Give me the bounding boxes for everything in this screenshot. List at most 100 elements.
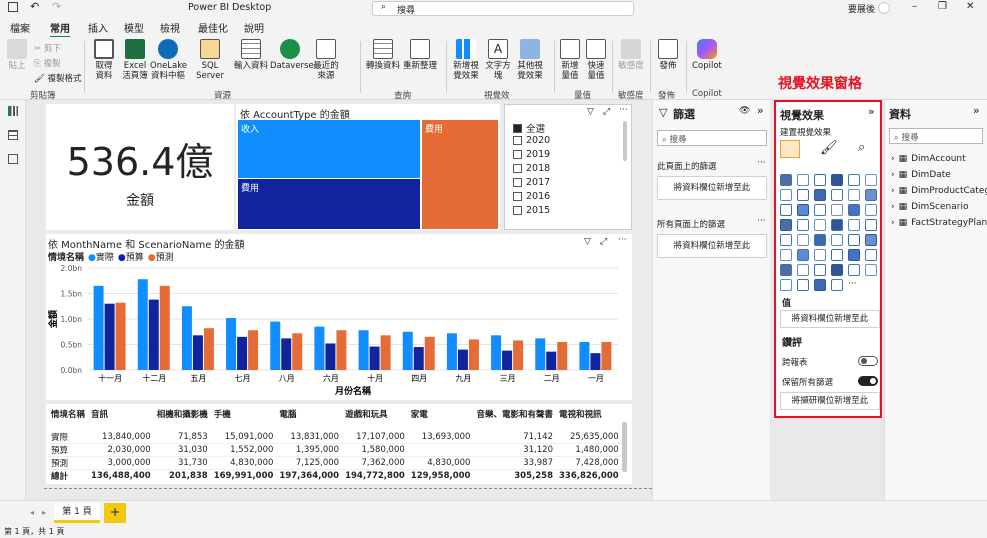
format-visual-icon[interactable]: 🖌: [820, 140, 838, 156]
text-box-button[interactable]: A 文字方塊: [484, 39, 512, 81]
visual-type-icon[interactable]: [848, 249, 860, 261]
keep-filters-toggle[interactable]: [858, 376, 878, 386]
treemap-tile[interactable]: 費用: [422, 120, 498, 229]
slicer-item[interactable]: 2017: [513, 177, 550, 188]
table-item-dimaccount[interactable]: › ▦ DimAccount: [891, 154, 966, 164]
menu-optimize[interactable]: 最佳化: [198, 20, 228, 35]
more-options-icon[interactable]: ···: [618, 235, 627, 245]
menu-view[interactable]: 檢視: [160, 20, 180, 35]
column-chart-visual[interactable]: 依 MonthName 和 ScenarioName 的金額 ▽ ⤢ ··· 情…: [46, 234, 632, 400]
slicer-item[interactable]: 2020: [513, 135, 550, 146]
data-search-input[interactable]: ⌕ 搜尋: [889, 128, 983, 144]
scrollbar[interactable]: [622, 422, 627, 472]
visual-type-icon[interactable]: [814, 189, 826, 201]
focus-mode-icon[interactable]: ⤢: [600, 237, 607, 247]
visual-type-icon[interactable]: [865, 204, 877, 216]
treemap-visual[interactable]: 依 AccountType 的金額 收入 費用 費用: [236, 104, 500, 230]
bar[interactable]: [557, 341, 568, 370]
bar[interactable]: [513, 340, 524, 370]
bar[interactable]: [413, 347, 424, 370]
treemap-tile[interactable]: 收入: [238, 120, 420, 178]
filter-icon[interactable]: ▽: [584, 237, 591, 247]
visual-type-icon[interactable]: [814, 204, 826, 216]
next-page-icon[interactable]: ▸: [42, 508, 46, 517]
visual-type-icon[interactable]: [797, 234, 809, 246]
table-item-factstrategyplan[interactable]: › ▦ FactStrategyPlan: [891, 218, 987, 228]
visual-type-icon[interactable]: [831, 189, 843, 201]
bar[interactable]: [336, 330, 347, 370]
visual-type-icon[interactable]: [797, 174, 809, 186]
maximize-icon[interactable]: ❐: [938, 1, 947, 12]
menu-insert[interactable]: 插入: [88, 20, 108, 35]
visual-type-icon[interactable]: [865, 219, 877, 231]
format-painter-button[interactable]: 🖌 複製格式: [34, 72, 82, 84]
visual-type-icon[interactable]: [865, 174, 877, 186]
bar[interactable]: [115, 302, 126, 370]
values-dropzone[interactable]: 將資料欄位新增至此: [780, 310, 880, 328]
bar[interactable]: [148, 299, 159, 370]
visual-type-icon[interactable]: [814, 264, 826, 276]
visual-type-icon[interactable]: [797, 189, 809, 201]
filter-icon[interactable]: ▽: [587, 107, 594, 117]
copilot-button[interactable]: Copilot: [690, 39, 724, 71]
slicer-item[interactable]: 2015: [513, 205, 550, 216]
focus-mode-icon[interactable]: ⤢: [603, 107, 610, 117]
page-tab[interactable]: 第 1 頁: [54, 503, 100, 523]
slicer-item[interactable]: 2019: [513, 149, 550, 160]
slicer-item[interactable]: 2016: [513, 191, 550, 202]
visual-type-icon[interactable]: [797, 204, 809, 216]
bar[interactable]: [325, 343, 336, 370]
bar[interactable]: [424, 336, 435, 370]
bar[interactable]: [546, 351, 557, 370]
all-pages-filter-dropzone[interactable]: 將資料欄位新增至此: [657, 234, 767, 258]
quick-measure-button[interactable]: 快速 量值: [584, 39, 608, 81]
recent-sources-button[interactable]: 最近的 來源: [312, 39, 340, 81]
visual-type-icon[interactable]: [831, 174, 843, 186]
onelake-button[interactable]: OneLake 資料中樞: [150, 39, 187, 81]
bar[interactable]: [590, 353, 601, 370]
visual-type-icon[interactable]: [831, 204, 843, 216]
visual-type-icon[interactable]: [797, 249, 809, 261]
table-item-dimproductcategory[interactable]: ›▦DimProductCategory: [891, 186, 987, 196]
redo-icon[interactable]: ↷: [52, 0, 61, 13]
minimize-icon[interactable]: –: [912, 1, 917, 12]
visual-type-icon[interactable]: [831, 264, 843, 276]
bar[interactable]: [137, 279, 148, 370]
close-icon[interactable]: ✕: [966, 1, 974, 12]
visual-type-icon[interactable]: [848, 174, 860, 186]
table-item-dimscenario[interactable]: › ▦ DimScenario: [891, 202, 968, 212]
collapse-pane-icon[interactable]: »: [757, 104, 764, 117]
slicer-item[interactable]: 2018: [513, 163, 550, 174]
search-box[interactable]: ⌕ 搜尋: [372, 1, 634, 16]
more-options-icon[interactable]: ···: [757, 216, 766, 226]
menu-model[interactable]: 模型: [124, 20, 144, 35]
bar[interactable]: [192, 335, 203, 370]
bar[interactable]: [203, 328, 214, 370]
bar[interactable]: [491, 335, 502, 370]
get-data-button[interactable]: 取得 資料: [90, 39, 118, 81]
new-measure-button[interactable]: 新增 量值: [558, 39, 582, 81]
visual-type-icon[interactable]: [831, 249, 843, 261]
visual-type-icon[interactable]: [780, 249, 792, 261]
bar[interactable]: [281, 338, 292, 370]
enter-data-button[interactable]: 輸入資料: [234, 39, 268, 71]
menu-home[interactable]: 常用: [50, 20, 70, 38]
visual-type-icon[interactable]: [814, 279, 826, 291]
build-visual-icon[interactable]: [780, 140, 800, 158]
visual-type-icon[interactable]: [780, 189, 792, 201]
collapse-pane-icon[interactable]: »: [973, 104, 980, 117]
dataverse-button[interactable]: Dataverse: [270, 39, 314, 71]
drillthrough-dropzone[interactable]: 將擷研欄位新增至此: [780, 392, 880, 410]
visual-type-icon[interactable]: [848, 264, 860, 276]
bar[interactable]: [159, 285, 170, 370]
report-view-icon[interactable]: [8, 106, 18, 116]
add-page-button[interactable]: +: [104, 503, 126, 523]
visual-type-icon[interactable]: [780, 174, 792, 186]
more-options-icon[interactable]: ···: [619, 105, 628, 115]
visual-type-icon[interactable]: [797, 279, 809, 291]
matrix-visual[interactable]: 情境名稱 音訊 相機和攝影機 手機 電腦 遊戲和玩具 家電 音樂、電影和有聲書 電視和視訊 實際…: [46, 404, 632, 484]
bar[interactable]: [270, 321, 281, 370]
card-visual[interactable]: 536.4億 金額: [46, 104, 234, 230]
bar[interactable]: [292, 333, 303, 370]
visual-type-icon[interactable]: [865, 264, 877, 276]
